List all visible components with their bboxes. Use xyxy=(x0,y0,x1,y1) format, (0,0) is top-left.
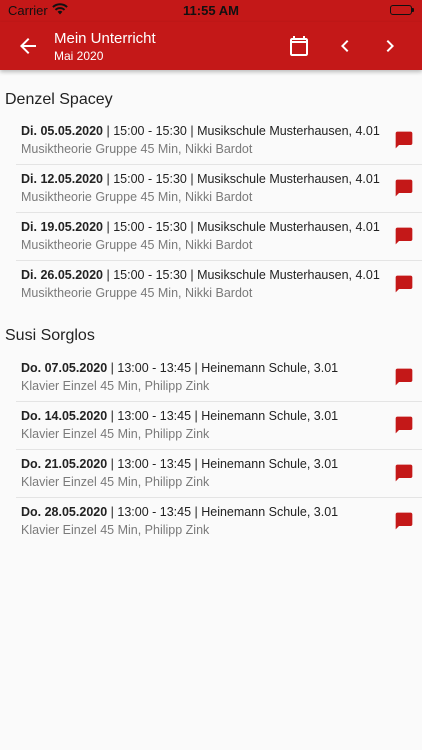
lesson-summary: Di. 12.05.2020 | 15:00 - 15:30 | Musiksc… xyxy=(21,172,380,186)
lesson-info: Musiktheorie Gruppe 45 Min, Nikki Bardot xyxy=(21,142,253,156)
lesson-details: | 15:00 - 15:30 | Musikschule Musterhaus… xyxy=(103,220,380,234)
lesson-group: Do. 07.05.2020 | 13:00 - 13:45 | Heinema… xyxy=(16,354,422,545)
lesson-item[interactable]: Di. 19.05.2020 | 15:00 - 15:30 | Musiksc… xyxy=(16,213,422,261)
message-icon[interactable] xyxy=(394,130,414,150)
lesson-date: Di. 12.05.2020 xyxy=(21,172,104,186)
lesson-info: Musiktheorie Gruppe 45 Min, Nikki Bardot xyxy=(21,286,253,300)
message-icon[interactable] xyxy=(394,367,414,387)
lesson-summary: Di. 26.05.2020 | 15:00 - 15:30 | Musiksc… xyxy=(21,268,380,282)
battery-icon xyxy=(390,5,414,15)
message-icon[interactable] xyxy=(394,226,414,246)
lesson-summary: Do. 07.05.2020 | 13:00 - 13:45 | Heinema… xyxy=(21,361,338,375)
lesson-date: Di. 26.05.2020 xyxy=(21,268,104,282)
message-icon[interactable] xyxy=(394,415,414,435)
lesson-date: Do. 28.05.2020 xyxy=(21,505,108,519)
lesson-summary: Do. 28.05.2020 | 13:00 - 13:45 | Heinema… xyxy=(21,505,338,519)
lesson-item[interactable]: Do. 28.05.2020 | 13:00 - 13:45 | Heinema… xyxy=(16,498,422,545)
lesson-details: | 15:00 - 15:30 | Musikschule Musterhaus… xyxy=(103,172,380,186)
message-icon[interactable] xyxy=(394,178,414,198)
lesson-item[interactable]: Di. 05.05.2020 | 15:00 - 15:30 | Musiksc… xyxy=(16,117,422,165)
lesson-info: Musiktheorie Gruppe 45 Min, Nikki Bardot xyxy=(21,190,253,204)
status-time: 11:55 AM xyxy=(183,3,239,18)
lesson-item[interactable]: Do. 07.05.2020 | 13:00 - 13:45 | Heinema… xyxy=(16,354,422,402)
lesson-item[interactable]: Di. 26.05.2020 | 15:00 - 15:30 | Musiksc… xyxy=(16,261,422,308)
lesson-item[interactable]: Do. 14.05.2020 | 13:00 - 13:45 | Heinema… xyxy=(16,402,422,450)
app-bar-titles: Mein Unterricht Mai 2020 xyxy=(54,30,156,64)
lesson-date: Do. 07.05.2020 xyxy=(21,361,108,375)
lesson-summary: Do. 14.05.2020 | 13:00 - 13:45 | Heinema… xyxy=(21,409,338,423)
page-subtitle: Mai 2020 xyxy=(54,49,104,63)
status-bar: Carrier 11:55 AM xyxy=(0,0,422,22)
lesson-info: Klavier Einzel 45 Min, Philipp Zink xyxy=(21,427,210,441)
lesson-details: | 13:00 - 13:45 | Heinemann Schule, 3.01 xyxy=(107,361,339,375)
lesson-details: | 13:00 - 13:45 | Heinemann Schule, 3.01 xyxy=(107,457,339,471)
lesson-date: Do. 21.05.2020 xyxy=(21,457,108,471)
lesson-info: Klavier Einzel 45 Min, Philipp Zink xyxy=(21,523,210,537)
message-icon[interactable] xyxy=(394,463,414,483)
lesson-summary: Di. 05.05.2020 | 15:00 - 15:30 | Musiksc… xyxy=(21,124,380,138)
lesson-date: Do. 14.05.2020 xyxy=(21,409,108,423)
lesson-date: Di. 19.05.2020 xyxy=(21,220,104,234)
lesson-info: Musiktheorie Gruppe 45 Min, Nikki Bardot xyxy=(21,238,253,252)
lesson-summary: Do. 21.05.2020 | 13:00 - 13:45 | Heinema… xyxy=(21,457,338,471)
app-bar: Mein Unterricht Mai 2020 xyxy=(0,22,422,70)
chevron-right-icon[interactable] xyxy=(378,34,402,58)
message-icon[interactable] xyxy=(394,511,414,531)
chevron-left-icon[interactable] xyxy=(333,34,357,58)
lesson-info: Klavier Einzel 45 Min, Philipp Zink xyxy=(21,475,210,489)
lesson-item[interactable]: Di. 12.05.2020 | 15:00 - 15:30 | Musiksc… xyxy=(16,165,422,213)
lesson-info: Klavier Einzel 45 Min, Philipp Zink xyxy=(21,379,210,393)
lesson-details: | 15:00 - 15:30 | Musikschule Musterhaus… xyxy=(103,268,380,282)
student-name-header: Denzel Spacey xyxy=(5,91,113,108)
lesson-details: | 13:00 - 13:45 | Heinemann Schule, 3.01 xyxy=(107,505,339,519)
lesson-item[interactable]: Do. 21.05.2020 | 13:00 - 13:45 | Heinema… xyxy=(16,450,422,498)
student-name-header: Susi Sorglos xyxy=(5,327,95,344)
page-title: Mein Unterricht xyxy=(54,30,156,47)
lesson-group: Di. 05.05.2020 | 15:00 - 15:30 | Musiksc… xyxy=(16,117,422,308)
lesson-details: | 13:00 - 13:45 | Heinemann Schule, 3.01 xyxy=(107,409,339,423)
lesson-date: Di. 05.05.2020 xyxy=(21,124,104,138)
calendar-icon[interactable] xyxy=(287,34,311,58)
back-arrow-icon[interactable] xyxy=(16,34,40,58)
lesson-details: | 15:00 - 15:30 | Musikschule Musterhaus… xyxy=(103,124,380,138)
message-icon[interactable] xyxy=(394,274,414,294)
lesson-summary: Di. 19.05.2020 | 15:00 - 15:30 | Musiksc… xyxy=(21,220,380,234)
